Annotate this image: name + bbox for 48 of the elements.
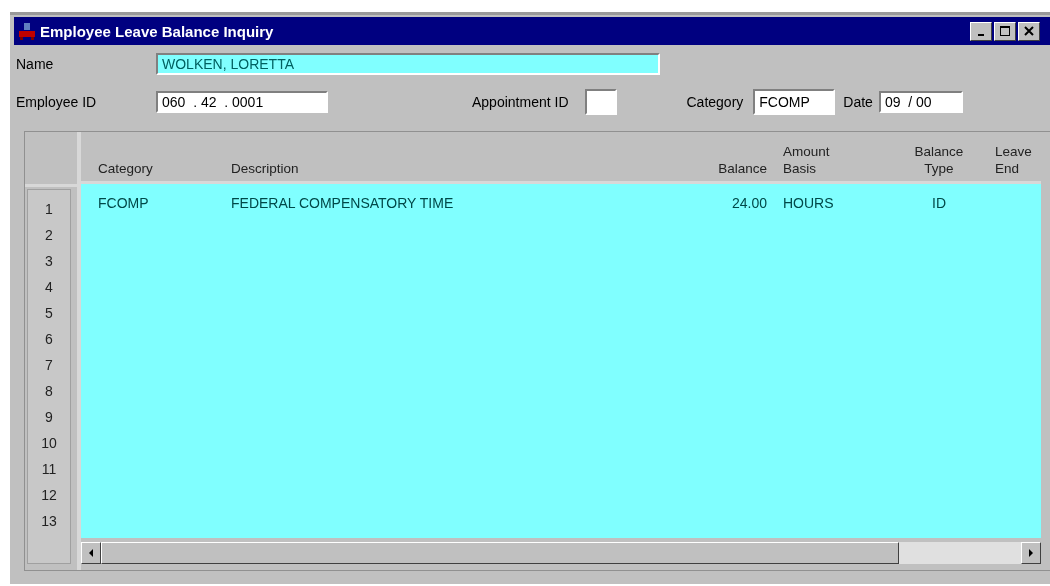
left-arrow-icon xyxy=(88,549,94,557)
row-number: 10 xyxy=(40,434,58,453)
row-number: 5 xyxy=(44,304,54,323)
field-label: Name xyxy=(16,56,55,72)
app-icon xyxy=(18,22,36,40)
column-header[interactable]: Description xyxy=(231,160,671,177)
row-number: 11 xyxy=(40,460,58,479)
close-icon xyxy=(1024,26,1034,36)
column-header[interactable]: Balance xyxy=(687,160,767,177)
row-number: 7 xyxy=(44,356,54,375)
row-number: 13 xyxy=(40,512,58,531)
row-number: 6 xyxy=(44,330,54,349)
minimize-button[interactable] xyxy=(970,21,992,41)
table-cell-text: ID xyxy=(931,194,947,213)
field-label: Category xyxy=(686,94,744,110)
column-header[interactable]: Category xyxy=(98,160,215,177)
field-label: Appointment ID xyxy=(472,94,569,110)
field-label: Date xyxy=(843,94,873,110)
table-cell-text: HOURS xyxy=(783,194,835,213)
employee-id-field[interactable]: 060 . 42 . 0001 xyxy=(156,91,328,113)
name-field[interactable]: WOLKEN, LORETTA xyxy=(156,53,660,75)
row-number: 4 xyxy=(44,278,54,297)
row-number: 9 xyxy=(44,408,54,427)
appointment-id-field[interactable] xyxy=(584,89,617,115)
column-header[interactable]: Amount Basis xyxy=(783,143,883,177)
column-header[interactable]: Leave End xyxy=(995,143,1041,177)
close-button[interactable] xyxy=(1018,21,1040,41)
column-header[interactable]: Balance Type xyxy=(899,143,979,177)
date-field[interactable]: 09 / 00 xyxy=(878,91,963,113)
field-label: Employee ID xyxy=(16,94,98,110)
maximize-button[interactable] xyxy=(994,21,1016,41)
category-field[interactable]: FCOMP xyxy=(753,89,836,115)
table-cell-text: 24.00 xyxy=(730,194,767,213)
scroll-right-button[interactable] xyxy=(1021,542,1041,564)
maximize-icon xyxy=(1000,26,1010,36)
horizontal-scrollbar[interactable] xyxy=(81,542,1041,564)
scroll-left-button[interactable] xyxy=(81,542,101,564)
table-cell-text: FEDERAL COMPENSATORY TIME xyxy=(231,194,455,213)
minimize-icon xyxy=(978,33,984,36)
row-number: 1 xyxy=(44,200,54,219)
right-arrow-icon xyxy=(1028,549,1034,557)
row-number: 2 xyxy=(44,226,54,245)
scrollbar-thumb[interactable] xyxy=(101,542,899,564)
window-title: Employee Leave Balance Inquiry xyxy=(40,22,274,40)
row-number: 3 xyxy=(44,252,54,271)
row-number: 12 xyxy=(40,486,58,505)
table-cell-text: FCOMP xyxy=(98,194,150,213)
row-number: 8 xyxy=(44,382,54,401)
